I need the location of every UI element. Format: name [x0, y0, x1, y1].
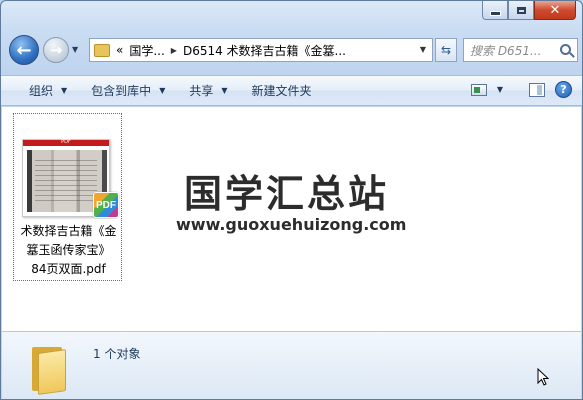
item-count: 1 个对象: [93, 347, 141, 361]
folder-icon: [32, 343, 68, 395]
command-toolbar: 组织 ▼ 包含到库中 ▼ 共享 ▼ 新建文件夹 ▼ ?: [1, 75, 582, 106]
watermark-title: 国学汇总站: [184, 172, 390, 216]
include-in-library-menu[interactable]: 包含到库中 ▼: [79, 76, 177, 105]
view-options-dropdown-icon[interactable]: ▼: [497, 85, 503, 94]
address-overflow-chevron[interactable]: «: [116, 43, 123, 57]
address-dropdown-icon[interactable]: ▼: [420, 45, 426, 54]
forward-arrow-icon: →: [49, 41, 63, 59]
new-folder-label: 新建文件夹: [251, 84, 312, 98]
folder-icon: [94, 43, 110, 57]
caption-buttons: ✕: [482, 1, 576, 20]
maximize-icon: [516, 6, 526, 14]
pdf-thumbnail-header-label: PDF: [61, 139, 71, 145]
breadcrumb-segment-2[interactable]: D6514 术数择吉古籍《金簊...: [183, 42, 346, 59]
breadcrumb-segment-1[interactable]: 国学...: [129, 42, 164, 59]
change-view-icon[interactable]: [470, 83, 487, 96]
close-button[interactable]: ✕: [534, 1, 576, 20]
minimize-icon: [489, 10, 501, 16]
new-folder-button[interactable]: 新建文件夹: [240, 76, 324, 105]
explorer-window: ✕ ← → ▼ « 国学... ▶ D6514 术数择吉古籍《金簊... ▼ ⇆…: [0, 0, 583, 400]
file-name: 术数择吉古籍《金 簊玉函传家宝》 84页双面.pdf: [14, 222, 123, 279]
file-name-line-1: 术数择吉古籍《金: [20, 224, 117, 238]
preview-pane-icon[interactable]: [529, 82, 545, 97]
breadcrumb-arrow-icon[interactable]: ▶: [171, 46, 177, 55]
file-item[interactable]: PDF PDF 术数择吉古籍《金 簊玉函传家宝》 84页双面.pdf: [13, 113, 122, 281]
close-icon: ✕: [549, 2, 561, 18]
search-box[interactable]: 搜索 D651...: [463, 38, 578, 62]
details-pane: 1 个对象: [2, 331, 581, 399]
file-list-area[interactable]: PDF PDF 术数择吉古籍《金 簊玉函传家宝》 84页双面.pdf 国学汇总站…: [2, 107, 581, 331]
dropdown-caret-icon: ▼: [61, 86, 68, 95]
include-in-library-label: 包含到库中: [91, 84, 152, 98]
watermark-url: www.guoxuehuizong.com: [176, 215, 407, 234]
pdf-app-icon: PDF: [93, 192, 119, 218]
share-label: 共享: [189, 84, 214, 98]
mouse-pointer-icon: [537, 368, 549, 386]
organize-menu[interactable]: 组织 ▼: [1, 76, 79, 105]
pdf-thumbnail-header: PDF: [23, 139, 109, 146]
dropdown-caret-icon: ▼: [159, 86, 166, 95]
navigation-bar: ← → ▼ « 国学... ▶ D6514 术数择吉古籍《金簊... ▼ ⇆ 搜…: [9, 35, 578, 65]
dropdown-caret-icon: ▼: [221, 86, 228, 95]
refresh-icon: ⇆: [440, 43, 452, 57]
file-name-line-2: 簊玉函传家宝》: [26, 243, 111, 257]
back-button[interactable]: ←: [9, 35, 39, 65]
search-input[interactable]: 搜索 D651...: [470, 42, 550, 59]
help-icon[interactable]: ?: [555, 81, 572, 98]
minimize-button[interactable]: [482, 1, 508, 20]
search-icon[interactable]: [560, 44, 571, 55]
file-name-line-3: 84页双面.pdf: [31, 262, 106, 276]
share-menu[interactable]: 共享 ▼: [177, 76, 239, 105]
maximize-button[interactable]: [508, 1, 534, 20]
address-bar[interactable]: « 国学... ▶ D6514 术数择吉古籍《金簊... ▼: [89, 38, 433, 62]
organize-label: 组织: [29, 84, 54, 98]
recent-pages-dropdown[interactable]: ▼: [72, 45, 78, 54]
forward-button[interactable]: →: [43, 37, 69, 63]
back-arrow-icon: ←: [16, 39, 32, 61]
refresh-button[interactable]: ⇆: [435, 38, 457, 62]
